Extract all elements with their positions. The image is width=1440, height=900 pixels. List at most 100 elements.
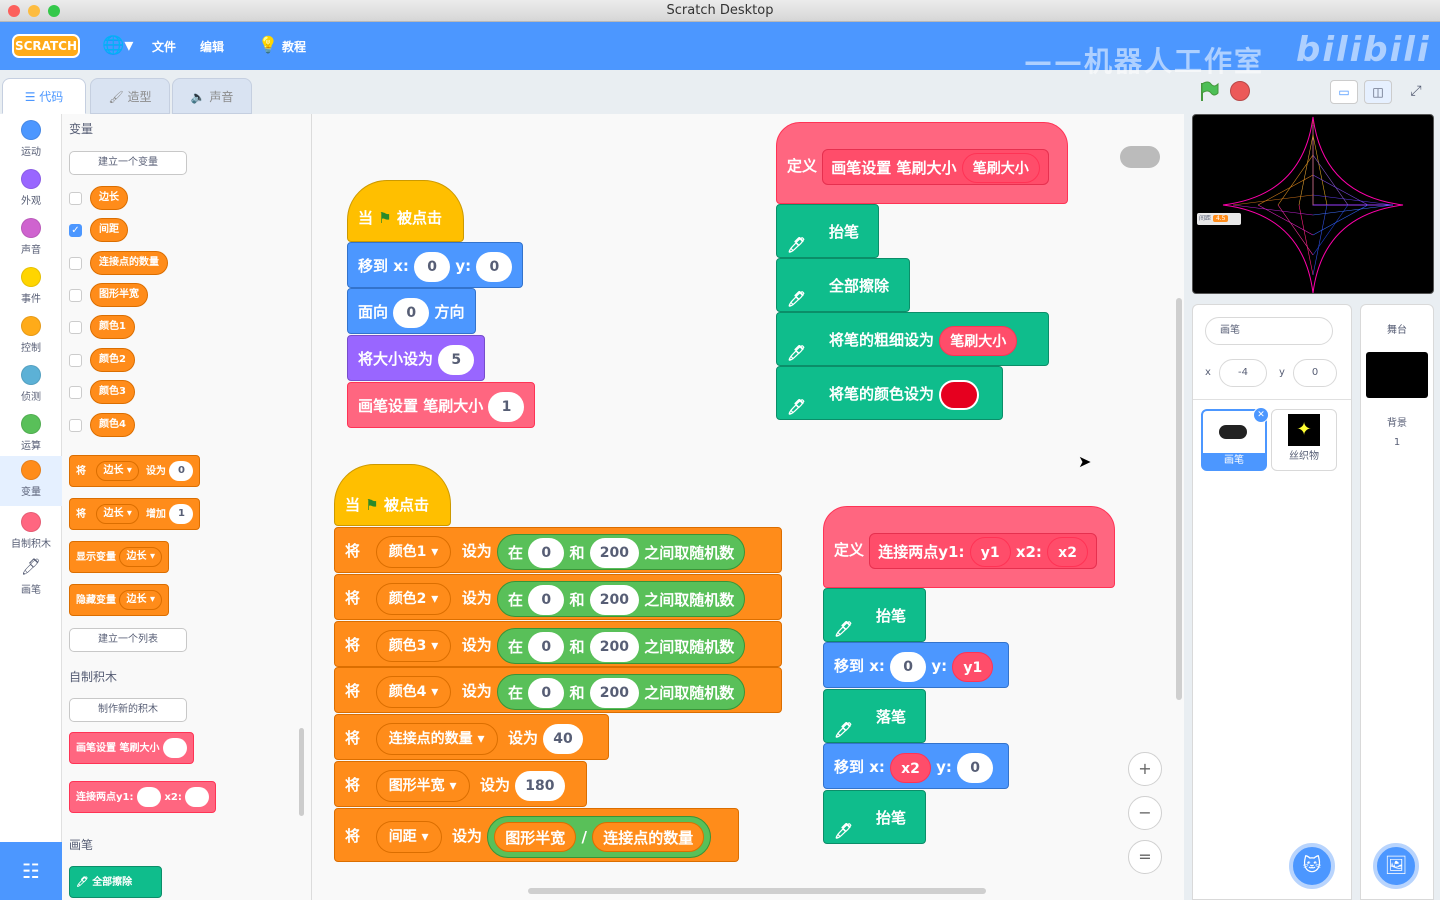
- add-sprite-cat-icon[interactable]: 🐱: [1289, 843, 1335, 889]
- set-pen-size-block[interactable]: 🖊将笔的粗细设为 笔刷大小: [776, 312, 1049, 366]
- hide-variable-block[interactable]: 隐藏变量 边长 ▾: [69, 584, 169, 616]
- y-label: y: [1279, 367, 1285, 378]
- palette-heading-myblocks: 自制积木: [69, 670, 118, 684]
- set-size-block[interactable]: 将大小设为 5: [347, 335, 486, 381]
- mouse-cursor-icon: ➤: [1078, 452, 1092, 471]
- var-checkbox[interactable]: [69, 289, 82, 302]
- tab-sounds[interactable]: 🔈 声音: [172, 78, 252, 114]
- category-sensing[interactable]: 侦测: [0, 361, 62, 409]
- set-color2-block[interactable]: 将 颜色2 ▾ 设为 在 0 和 200 之间取随机数: [334, 574, 782, 620]
- stage-selector-panel[interactable]: 舞台 背景 1 🖼: [1360, 304, 1434, 900]
- sprite-tile-pen[interactable]: 画笔 ✕: [1201, 407, 1269, 471]
- set-color3-block[interactable]: 将 颜色3 ▾ 设为 在 0 和 200 之间取随机数: [334, 621, 782, 667]
- sprite-name-input[interactable]: 画笔: [1205, 317, 1333, 345]
- variable-reporter[interactable]: 图形半宽: [90, 283, 148, 307]
- palette-scrollbar[interactable]: [299, 728, 304, 816]
- change-variable-block[interactable]: 将 边长 ▾ 增加 1: [69, 498, 201, 530]
- variable-reporter[interactable]: 颜色2: [90, 348, 135, 372]
- add-extension-button[interactable]: ☷: [0, 842, 62, 900]
- category-events[interactable]: 事件: [0, 263, 62, 311]
- tab-code[interactable]: ☰ 代码: [2, 78, 86, 114]
- pen-up-block[interactable]: 🖊抬笔: [823, 588, 926, 642]
- category-looks[interactable]: 外观: [0, 165, 62, 213]
- set-gap-block[interactable]: 将 间距 ▾ 设为 图形半宽 / 连接点的数量: [334, 808, 739, 862]
- menu-edit[interactable]: 编辑: [200, 38, 224, 55]
- make-block-button[interactable]: 制作新的积木: [69, 698, 187, 722]
- set-pen-color-block[interactable]: 🖊将笔的颜色设为: [776, 366, 1003, 420]
- pen-up-block[interactable]: 🖊抬笔: [776, 204, 879, 258]
- category-pen[interactable]: 🖊 画笔: [0, 557, 62, 605]
- variable-reporter[interactable]: 间距: [90, 218, 128, 242]
- variable-monitor[interactable]: 间距 4.5: [1197, 213, 1241, 225]
- pen-down-block[interactable]: 🖊落笔: [823, 689, 926, 743]
- add-backdrop-icon[interactable]: 🖼: [1373, 843, 1419, 889]
- point-direction-block[interactable]: 面向 0 方向: [347, 288, 476, 334]
- variable-reporter[interactable]: 颜色1: [90, 315, 135, 339]
- small-stage-button[interactable]: ▭: [1330, 80, 1358, 104]
- set-count-block[interactable]: 将 连接点的数量 ▾ 设为 40: [334, 714, 609, 760]
- menu-tutorials[interactable]: 教程: [282, 38, 306, 55]
- set-color1-block[interactable]: 将 颜色1 ▾ 设为 在 0 和 200 之间取随机数: [334, 527, 782, 573]
- stage-canvas[interactable]: 间距 4.5: [1192, 114, 1434, 294]
- sprite-x-input[interactable]: -4: [1219, 359, 1267, 387]
- category-operators[interactable]: 运算: [0, 410, 62, 458]
- var-checkbox[interactable]: [69, 192, 82, 205]
- stop-icon[interactable]: [1230, 81, 1250, 101]
- pen-clear-block[interactable]: 🖊 全部擦除: [69, 866, 162, 898]
- var-checkbox[interactable]: [69, 419, 82, 432]
- pen-clear-block[interactable]: 🖊全部擦除: [776, 258, 910, 312]
- category-motion[interactable]: 运动: [0, 116, 62, 164]
- category-myblocks[interactable]: 自制积木: [0, 508, 62, 556]
- variable-reporter[interactable]: 颜色3: [90, 380, 135, 404]
- custom-block-connect[interactable]: 连接两点y1: x2:: [69, 781, 217, 813]
- pen-icon: 🖊: [834, 821, 854, 840]
- make-list-button[interactable]: 建立一个列表: [69, 628, 187, 652]
- green-flag-icon[interactable]: [1198, 80, 1220, 102]
- show-variable-block[interactable]: 显示变量 边长 ▾: [69, 541, 169, 573]
- var-checkbox[interactable]: ✓: [69, 224, 82, 237]
- goto-xy-block[interactable]: 移到 x: x2 y: 0: [823, 743, 1009, 789]
- fullscreen-icon[interactable]: ⤢: [1402, 80, 1430, 104]
- zoom-out-button[interactable]: −: [1128, 796, 1162, 830]
- category-sound[interactable]: 声音: [0, 214, 62, 262]
- pen-up-block[interactable]: 🖊抬笔: [823, 790, 926, 844]
- scratch-logo[interactable]: SCRATCH: [12, 34, 80, 58]
- call-brush-block[interactable]: 画笔设置 笔刷大小 1: [347, 382, 536, 428]
- set-variable-block[interactable]: 将 边长 ▾ 设为 0: [69, 455, 201, 487]
- horizontal-scrollbar[interactable]: [528, 888, 986, 894]
- var-checkbox[interactable]: [69, 386, 82, 399]
- variable-reporter[interactable]: 边长: [90, 186, 128, 210]
- custom-block-brush[interactable]: 画笔设置 笔刷大小: [69, 732, 194, 764]
- large-stage-button[interactable]: ◫: [1364, 80, 1392, 104]
- var-checkbox[interactable]: [69, 354, 82, 367]
- define-brush-block[interactable]: 定义 画笔设置 笔刷大小 笔刷大小: [776, 122, 1068, 204]
- menu-file[interactable]: 文件: [152, 38, 176, 55]
- tutorials-bulb-icon[interactable]: 💡: [258, 35, 278, 54]
- define-connect-block[interactable]: 定义 连接两点y1: y1 x2: x2: [823, 506, 1115, 588]
- stage-thumbnail[interactable]: [1366, 352, 1428, 398]
- make-variable-button[interactable]: 建立一个变量: [69, 151, 187, 175]
- when-flag-clicked-hat[interactable]: 当 ⚑ 被点击: [334, 464, 451, 526]
- variable-reporter[interactable]: 连接点的数量: [90, 251, 168, 275]
- delete-sprite-icon[interactable]: ✕: [1253, 407, 1269, 423]
- goto-xy-block[interactable]: 移到 x: 0 y: 0: [347, 242, 524, 288]
- color-swatch[interactable]: [939, 379, 980, 410]
- category-control[interactable]: 控制: [0, 312, 62, 360]
- goto-xy-block[interactable]: 移到 x: 0 y: y1: [823, 642, 1009, 688]
- when-flag-clicked-hat[interactable]: 当 ⚑ 被点击: [347, 180, 464, 242]
- var-checkbox[interactable]: [69, 321, 82, 334]
- zoom-reset-button[interactable]: =: [1128, 840, 1162, 874]
- variable-reporter[interactable]: 颜色4: [90, 413, 135, 437]
- set-color4-block[interactable]: 将 颜色4 ▾ 设为 在 0 和 200 之间取随机数: [334, 667, 782, 713]
- vertical-scrollbar[interactable]: [1176, 298, 1182, 700]
- pen-icon: 🖊: [834, 619, 854, 638]
- category-variables[interactable]: 变量: [0, 456, 62, 506]
- code-workspace[interactable]: 当 ⚑ 被点击 移到 x: 0 y: 0 面向 0 方向 将大小设为 5 画笔设…: [312, 114, 1184, 900]
- sprite-y-input[interactable]: 0: [1293, 359, 1337, 387]
- tab-costumes[interactable]: 🖌 造型: [90, 78, 170, 114]
- set-halfwidth-block[interactable]: 将 图形半宽 ▾ 设为 180: [334, 761, 587, 807]
- language-globe-icon[interactable]: 🌐▾: [102, 35, 133, 56]
- sprite-tile-fabric[interactable]: ✦ 丝织物: [1271, 409, 1337, 471]
- var-checkbox[interactable]: [69, 257, 82, 270]
- zoom-in-button[interactable]: +: [1128, 752, 1162, 786]
